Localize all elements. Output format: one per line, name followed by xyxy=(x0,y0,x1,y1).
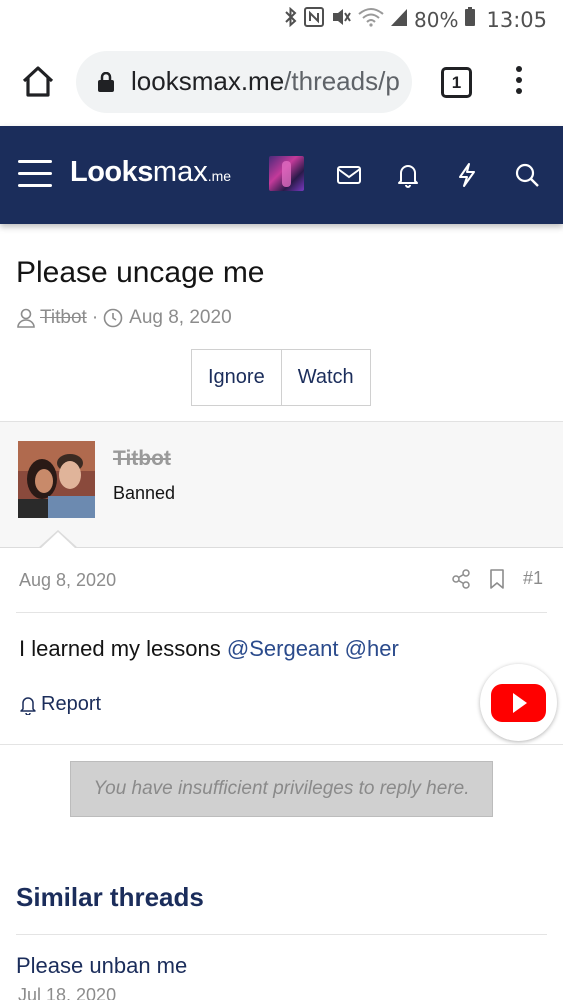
status-icons: 80% 13:05 xyxy=(284,6,547,32)
avatar[interactable] xyxy=(269,156,304,191)
url-path: /threads/p xyxy=(284,66,400,96)
clock: 13:05 xyxy=(486,7,547,32)
similar-thread-link[interactable]: Please unban me xyxy=(16,953,187,979)
mail-icon[interactable] xyxy=(336,162,362,188)
bluetooth-icon xyxy=(284,6,298,32)
home-button[interactable] xyxy=(18,62,58,102)
post-username[interactable]: Titbot xyxy=(113,447,171,471)
clock-icon xyxy=(103,308,123,328)
thread-author[interactable]: Titbot xyxy=(40,307,87,329)
menu-dot xyxy=(516,66,522,72)
bell-icon[interactable] xyxy=(395,162,421,188)
logo-tld: .me xyxy=(207,168,232,184)
home-icon xyxy=(22,66,54,97)
thread-date[interactable]: Aug 8, 2020 xyxy=(129,307,231,329)
thread-meta: Titbot · Aug 8, 2020 xyxy=(16,307,232,329)
battery-icon xyxy=(464,7,476,32)
divider xyxy=(16,934,547,935)
share-icon[interactable] xyxy=(451,568,471,589)
post-date[interactable]: Aug 8, 2020 xyxy=(19,570,116,591)
tab-switcher-button[interactable]: 1 xyxy=(441,67,472,98)
menu-dot xyxy=(516,88,522,94)
url-text: looksmax.me/threads/p xyxy=(131,66,400,97)
post-number[interactable]: #1 xyxy=(523,568,543,589)
message-arrow-inner xyxy=(40,532,76,549)
search-icon[interactable] xyxy=(514,162,540,188)
reply-restriction-notice: You have insufficient privileges to repl… xyxy=(70,761,493,817)
lightning-icon[interactable] xyxy=(454,162,480,188)
battery-percent: 80% xyxy=(414,7,459,32)
post-body: I learned my lessons @Sergeant @her xyxy=(19,636,399,662)
user-title-badge: Banned xyxy=(113,483,176,503)
address-bar[interactable]: looksmax.me/threads/p xyxy=(76,51,412,113)
meta-separator: · xyxy=(91,307,99,328)
mention-link[interactable]: @her xyxy=(345,636,399,661)
url-domain: looksmax.me xyxy=(131,66,285,96)
divider xyxy=(16,612,547,613)
bell-icon xyxy=(20,696,36,715)
user-icon xyxy=(17,308,35,328)
vibrate-icon xyxy=(330,7,352,32)
post-text: I learned my lessons xyxy=(19,636,221,661)
mention-link[interactable]: @Sergeant xyxy=(227,636,339,661)
youtube-floating-button[interactable] xyxy=(480,664,557,741)
post-actions: #1 xyxy=(451,568,543,589)
signal-icon xyxy=(390,7,408,32)
divider xyxy=(0,744,563,745)
ignore-button[interactable]: Ignore xyxy=(192,350,281,405)
browser-menu-button[interactable] xyxy=(509,64,529,100)
browser-toolbar: looksmax.me/threads/p 1 xyxy=(0,40,563,126)
wifi-icon xyxy=(358,7,384,32)
page-title: Please uncage me xyxy=(16,256,265,289)
report-label: Report xyxy=(41,693,102,715)
lock-icon xyxy=(98,72,114,92)
nfc-icon xyxy=(304,7,325,32)
similar-threads-heading: Similar threads xyxy=(16,882,204,912)
site-header: Looksmax.me xyxy=(0,126,563,224)
user-avatar[interactable] xyxy=(18,441,95,518)
post-user-block: Titbot Banned xyxy=(0,421,563,548)
logo-part2: max xyxy=(152,156,208,188)
bookmark-icon[interactable] xyxy=(489,568,505,589)
thread-actions: Ignore Watch xyxy=(191,349,371,406)
report-link[interactable]: Report xyxy=(19,693,101,716)
logo-part1: Looks xyxy=(70,156,153,188)
site-logo[interactable]: Looksmax.me xyxy=(70,156,231,189)
youtube-icon xyxy=(491,684,546,722)
menu-icon[interactable] xyxy=(18,160,52,188)
similar-thread-date: Jul 18, 2020 xyxy=(18,985,117,1000)
watch-button[interactable]: Watch xyxy=(280,350,370,405)
status-bar: 80% 13:05 xyxy=(0,0,563,40)
menu-dot xyxy=(516,77,522,83)
